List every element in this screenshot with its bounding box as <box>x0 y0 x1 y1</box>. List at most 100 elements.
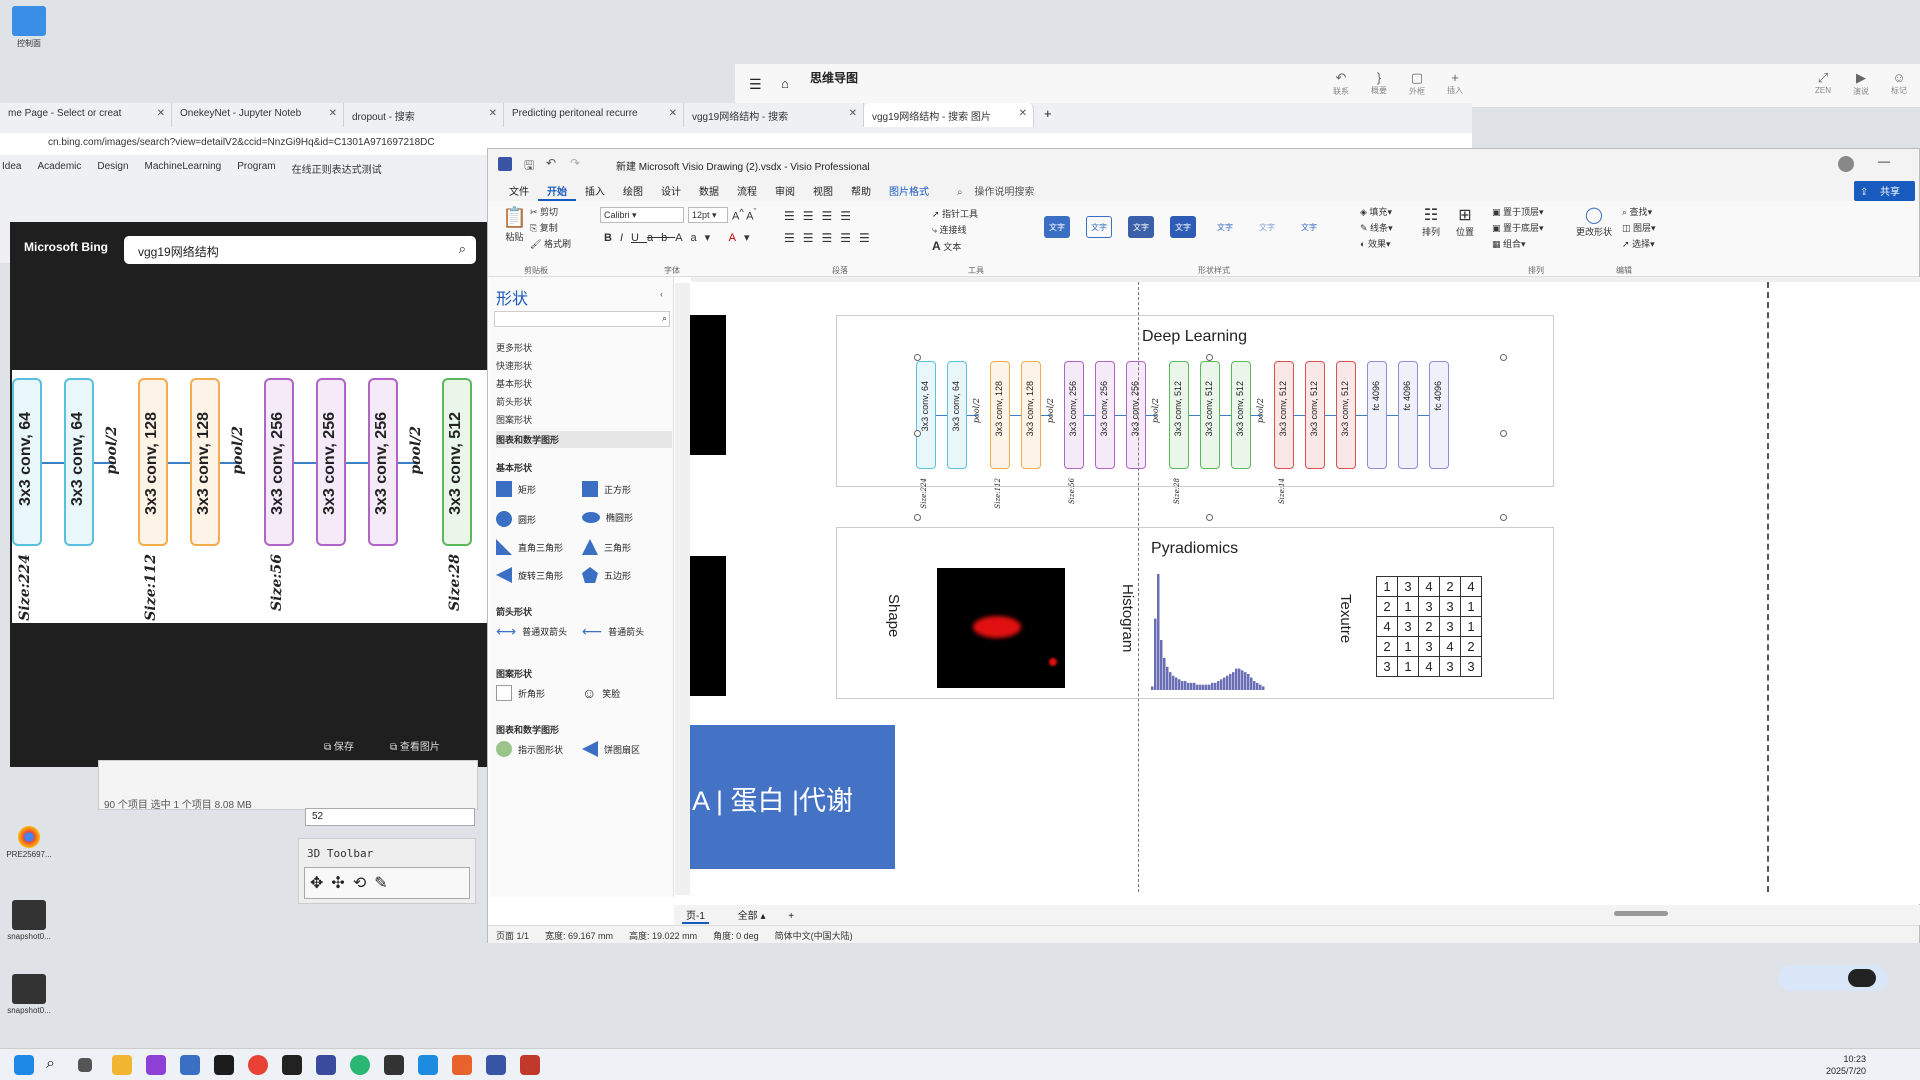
shape-style-7[interactable]: 文字 <box>1296 216 1322 238</box>
app-icon[interactable] <box>418 1055 438 1075</box>
app-icon[interactable] <box>146 1055 166 1075</box>
app-icon[interactable] <box>350 1055 370 1075</box>
align-buttons[interactable]: ☰☰☰☰ <box>784 209 859 223</box>
bookmark-regex[interactable]: 在线正则表达式测试 <box>292 161 382 179</box>
close-icon[interactable]: ✕ <box>669 108 677 119</box>
close-icon[interactable]: ✕ <box>329 108 337 119</box>
page-tab-1[interactable]: 页-1 <box>682 911 709 924</box>
vgg19-preview-image[interactable]: 3x3 conv, 64 Size:224 3x3 conv, 64 pool/2 3x… <box>12 370 490 623</box>
pan-icon[interactable]: ✣ <box>331 875 352 892</box>
horizontal-scrollbar[interactable] <box>1614 911 1668 916</box>
app-icon[interactable] <box>180 1055 200 1075</box>
shape-search-input[interactable]: ⌕ <box>494 311 670 327</box>
tab-data[interactable]: 数据 <box>690 179 728 201</box>
search-icon[interactable]: ⌕ <box>46 1055 66 1075</box>
histogram-chart[interactable] <box>1151 570 1281 690</box>
zoom-icon[interactable]: ⟲ <box>353 875 374 892</box>
paste-button[interactable]: 📋 粘贴 <box>502 205 527 243</box>
layer-button[interactable]: ◫ 图层▾ <box>1622 221 1656 234</box>
category-arrow-shapes[interactable]: 箭头形状 <box>496 395 532 408</box>
frame-button[interactable]: ▢ 外框 <box>1399 70 1435 97</box>
home-icon[interactable]: ⌂ <box>781 76 789 91</box>
shape-pentagon[interactable]: 五边形 <box>582 567 631 583</box>
pen-icon[interactable]: ✎ <box>374 875 395 892</box>
terminal-icon[interactable] <box>384 1055 404 1075</box>
font-name-select[interactable]: Calibri ▾ <box>600 207 684 223</box>
tab-insert[interactable]: 插入 <box>576 179 614 201</box>
shape-smiley[interactable]: ☺ 笑脸 <box>582 685 620 701</box>
cut-button[interactable]: ✂ 剪切 <box>530 205 558 218</box>
layer-box[interactable] <box>1367 361 1387 469</box>
effect-button[interactable]: ◐ 效果▾ <box>1360 237 1390 250</box>
group-button[interactable]: ▦ 组合▾ <box>1492 237 1526 250</box>
tab-draw[interactable]: 绘图 <box>614 179 652 201</box>
shape-style-3[interactable]: 文字 <box>1128 216 1154 238</box>
zen-button[interactable]: ⤢ ZEN <box>1805 70 1841 95</box>
selection-handle[interactable] <box>1500 354 1507 361</box>
selection-handle[interactable] <box>914 354 921 361</box>
add-page-button[interactable]: + <box>788 911 794 922</box>
app-icon[interactable] <box>316 1055 336 1075</box>
bookmark-idea[interactable]: Idea <box>2 161 21 179</box>
send-back-button[interactable]: ▣ 置于底层▾ <box>1492 221 1544 234</box>
app-icon[interactable] <box>452 1055 472 1075</box>
grow-font-icon[interactable]: A^ Aˇ <box>732 207 757 223</box>
tab-picture-format[interactable]: 图片格式 <box>880 179 938 201</box>
shape-style-2[interactable]: 文字 <box>1086 216 1112 238</box>
paragraph-buttons[interactable]: ☰☰☰☰☰ <box>784 231 878 245</box>
shape-pie-sector[interactable]: 饼图扇区 <box>582 741 640 757</box>
font-style-buttons[interactable]: BIUabAa▾ A▾ <box>604 231 758 244</box>
category-pattern-shapes[interactable]: 图案形状 <box>496 413 532 426</box>
tab-vgg19[interactable]: vgg19网络结构 - 搜索 ✕ <box>684 103 864 127</box>
mark-button[interactable]: ☺ 标记 <box>1881 70 1917 96</box>
visio-icon[interactable] <box>486 1055 506 1075</box>
minimize-icon[interactable]: — <box>1878 154 1890 168</box>
summary-button[interactable]: } 概要 <box>1361 70 1397 96</box>
shape-rectangle[interactable]: 矩形 <box>496 481 536 497</box>
selection-handle[interactable] <box>1206 354 1213 361</box>
shape-style-4[interactable]: 文字 <box>1170 216 1196 238</box>
tab-help[interactable]: 帮助 <box>842 179 880 201</box>
bookmark-machinelearning[interactable]: MachineLearning <box>145 161 222 179</box>
bookmark-design[interactable]: Design <box>97 161 128 179</box>
category-more-shapes[interactable]: 更多形状 <box>496 341 532 354</box>
desktop-icon[interactable]: 控制面 <box>4 6 54 49</box>
font-size-select[interactable]: 12pt ▾ <box>688 207 728 223</box>
share-button[interactable]: ⇪ 共享 <box>1853 181 1915 201</box>
avatar[interactable] <box>1838 156 1854 172</box>
present-button[interactable]: ▶ 演说 <box>1843 70 1879 97</box>
bookmark-academic[interactable]: Academic <box>37 161 81 179</box>
search-icon[interactable]: ⌕ <box>459 241 466 257</box>
close-icon[interactable]: ✕ <box>849 108 857 119</box>
save-button[interactable]: ⧉ 保存 <box>324 738 354 753</box>
shape-folded-corner[interactable]: 折角形 <box>496 685 545 701</box>
shape-rotated-triangle[interactable]: 旋转三角形 <box>496 567 563 583</box>
app-icon[interactable] <box>214 1055 234 1075</box>
desktop-icon[interactable]: snapshot0... <box>4 974 54 1015</box>
desktop-icon[interactable]: PRE25697... <box>4 826 54 859</box>
image-black-2[interactable] <box>690 556 726 696</box>
tab-design[interactable]: 设计 <box>652 179 690 201</box>
new-tab-button[interactable]: + <box>1034 103 1062 127</box>
redo-icon[interactable]: ↷ <box>570 156 580 170</box>
task-view-icon[interactable] <box>78 1058 92 1072</box>
selection-handle[interactable] <box>1500 514 1507 521</box>
find-button[interactable]: ⌕ 查找▾ <box>1622 205 1652 218</box>
menu-icon[interactable]: ☰ <box>749 76 762 93</box>
vgg19-diagram[interactable]: 3x3 conv, 64 Size:224 3x3 conv, 64 pool/2 3x… <box>916 356 1504 516</box>
fill-button[interactable]: ◈ 填充▾ <box>1360 205 1392 218</box>
undo-icon[interactable]: ↶ <box>546 156 556 170</box>
shape-style-5[interactable]: 文字 <box>1212 216 1238 238</box>
insert-button[interactable]: + 插入 <box>1437 70 1473 96</box>
selection-handle[interactable] <box>1500 430 1507 437</box>
tab-process[interactable]: 流程 <box>728 179 766 201</box>
tab-home[interactable]: me Page - Select or creat ✕ <box>0 103 172 127</box>
copy-button[interactable]: ⎘ 复制 <box>530 221 558 234</box>
tab-dropout[interactable]: dropout - 搜索 ✕ <box>344 103 504 127</box>
all-pages-button[interactable]: 全部 ▴ <box>738 911 766 922</box>
close-icon[interactable]: ✕ <box>157 108 165 119</box>
tab-vgg19-images[interactable]: vgg19网络结构 - 搜索 图片 ✕ <box>864 103 1034 127</box>
system-clock[interactable]: 10:23 2025/7/20 <box>1826 1053 1866 1077</box>
collapse-icon[interactable]: ‹ <box>660 289 663 299</box>
shape-double-arrow[interactable]: ⟷ 普通双箭头 <box>496 623 567 640</box>
